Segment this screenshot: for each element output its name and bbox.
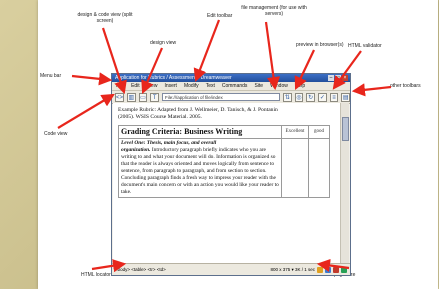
arrow-design-view xyxy=(141,47,164,95)
arrow-edit-toolbar xyxy=(193,19,221,83)
arrow-file-management xyxy=(264,21,281,91)
arrow-html-locator xyxy=(91,259,127,273)
arrow-code-view xyxy=(57,93,115,129)
arrow-preview-browser xyxy=(294,49,315,90)
arrow-html-validator xyxy=(332,50,362,90)
callout-arrows xyxy=(57,19,392,273)
arrow-menu-bar xyxy=(71,72,113,86)
arrow-design-code-view xyxy=(101,27,127,95)
arrow-other-toolbars xyxy=(351,83,392,97)
arrow-page-size xyxy=(316,258,350,272)
